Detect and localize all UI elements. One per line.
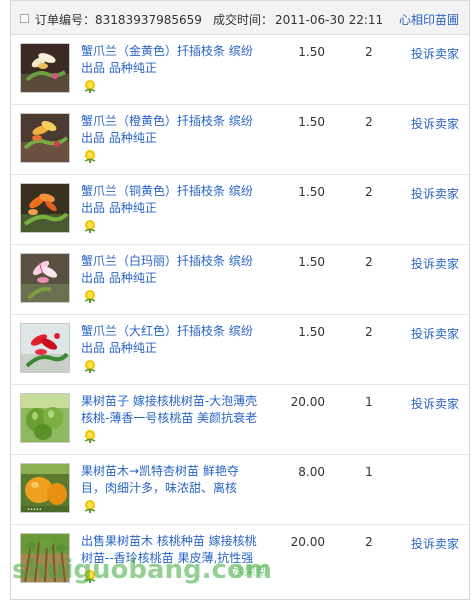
product-thumbnail[interactable] bbox=[20, 183, 70, 233]
product-thumbnail[interactable] bbox=[20, 113, 70, 163]
apricot-fruit-image: ••••• bbox=[21, 464, 69, 512]
product-thumbnail[interactable] bbox=[20, 533, 70, 583]
complain-seller-link[interactable]: 投诉卖家 bbox=[411, 325, 459, 342]
item-price: 1.50 bbox=[298, 45, 325, 59]
item-quantity: 2 bbox=[365, 185, 373, 199]
order-time-value: 2011-06-30 22:11 bbox=[275, 13, 384, 27]
consumer-protection-icon bbox=[84, 500, 96, 513]
order-item-row: 果树苗子 嫁接核桃树苗-大泡薄壳核桃-薄香一号核桃苗 美颜抗衰老 20.00 1… bbox=[11, 385, 469, 455]
walnut-seedlings-image bbox=[21, 534, 69, 582]
item-price: 8.00 bbox=[298, 465, 325, 479]
complain-seller-link[interactable]: 投诉卖家 bbox=[411, 255, 459, 272]
order-card: 订单编号：83183937985659 成交时间： 2011-06-30 22:1… bbox=[10, 0, 470, 600]
cactus-flower-gold-image bbox=[21, 44, 69, 92]
item-quantity: 1 bbox=[365, 395, 373, 409]
order-item-row: 蟹爪兰（大红色）扦插枝条 缤纷出品 品种纯正 1.50 2 投诉卖家 bbox=[11, 315, 469, 385]
product-title-link[interactable]: 蟹爪兰（白玛丽）扦插枝条 缤纷出品 品种纯正 bbox=[81, 253, 261, 287]
complain-seller-link[interactable]: 投诉卖家 bbox=[411, 45, 459, 62]
order-item-row: 蟹爪兰（橙黄色）扦插枝条 缤纷出品 品种纯正 1.50 2 投诉卖家 bbox=[11, 105, 469, 175]
order-item-row: 蟹爪兰（白玛丽）扦插枝条 缤纷出品 品种纯正 1.50 2 投诉卖家 bbox=[11, 245, 469, 315]
order-item-row: ••••• 果树苗木→凯特杏树苗 鲜艳夺目，肉细汁多，味浓甜、离核 8.00 1 bbox=[11, 455, 469, 525]
product-thumbnail[interactable]: ••••• bbox=[20, 463, 70, 513]
consumer-protection-icon bbox=[84, 150, 96, 163]
item-price: 20.00 bbox=[290, 535, 325, 549]
cactus-flower-copper-image bbox=[21, 184, 69, 232]
select-order-checkbox[interactable] bbox=[20, 14, 29, 23]
item-quantity: 2 bbox=[365, 535, 373, 549]
order-item-row: 出售果树苗木 核桃种苗 嫁接核桃树苗--香玲核桃苗 果皮薄,抗性强 20.00 … bbox=[11, 525, 469, 595]
consumer-protection-icon bbox=[84, 80, 96, 93]
product-thumbnail[interactable] bbox=[20, 323, 70, 373]
cactus-flower-orange-yellow-image bbox=[21, 114, 69, 162]
product-title-link[interactable]: 蟹爪兰（金黄色）扦插枝条 缤纷出品 品种纯正 bbox=[81, 43, 261, 77]
cactus-flower-white-image bbox=[21, 254, 69, 302]
item-quantity: 1 bbox=[365, 465, 373, 479]
item-quantity: 2 bbox=[365, 325, 373, 339]
product-thumbnail[interactable] bbox=[20, 43, 70, 93]
item-price: 20.00 bbox=[290, 395, 325, 409]
product-title-link[interactable]: 蟹爪兰（大红色）扦插枝条 缤纷出品 品种纯正 bbox=[81, 323, 261, 357]
complain-seller-link[interactable]: 投诉卖家 bbox=[411, 535, 459, 552]
order-item-row: 蟹爪兰（铜黄色）扦插枝条 缤纷出品 品种纯正 1.50 2 投诉卖家 bbox=[11, 175, 469, 245]
cactus-flower-red-image bbox=[21, 324, 69, 372]
product-title-link[interactable]: 蟹爪兰（铜黄色）扦插枝条 缤纷出品 品种纯正 bbox=[81, 183, 261, 217]
complain-seller-link[interactable]: 投诉卖家 bbox=[411, 115, 459, 132]
item-quantity: 2 bbox=[365, 255, 373, 269]
item-quantity: 2 bbox=[365, 115, 373, 129]
walnut-fruit-image bbox=[21, 394, 69, 442]
consumer-protection-icon bbox=[84, 570, 96, 583]
order-item-row: 蟹爪兰（金黄色）扦插枝条 缤纷出品 品种纯正 1.50 2 投诉卖家 bbox=[11, 35, 469, 105]
item-price: 1.50 bbox=[298, 185, 325, 199]
product-thumbnail[interactable] bbox=[20, 253, 70, 303]
order-time-label: 成交时间： bbox=[213, 13, 274, 27]
consumer-protection-icon bbox=[84, 220, 96, 233]
item-price: 1.50 bbox=[298, 115, 325, 129]
item-price: 1.50 bbox=[298, 325, 325, 339]
order-time: 成交时间： 2011-06-30 22:11 bbox=[211, 11, 383, 28]
complain-seller-link[interactable]: 投诉卖家 bbox=[411, 185, 459, 202]
site-watermark-cn: 水果帮 bbox=[232, 564, 269, 578]
order-header: 订单编号：83183937985659 成交时间： 2011-06-30 22:1… bbox=[11, 1, 469, 35]
item-price: 1.50 bbox=[298, 255, 325, 269]
product-title-link[interactable]: 果树苗子 嫁接核桃树苗-大泡薄壳核桃-薄香一号核桃苗 美颜抗衰老 bbox=[81, 393, 261, 427]
product-thumbnail[interactable] bbox=[20, 393, 70, 443]
consumer-protection-icon bbox=[84, 430, 96, 443]
order-number-value: 83183937985659 bbox=[95, 13, 202, 27]
order-number: 订单编号：83183937985659 bbox=[35, 11, 202, 28]
svg-text:•••••: ••••• bbox=[27, 507, 42, 512]
complain-seller-link[interactable]: 投诉卖家 bbox=[411, 395, 459, 412]
consumer-protection-icon bbox=[84, 360, 96, 373]
consumer-protection-icon bbox=[84, 290, 96, 303]
order-number-label: 订单编号： bbox=[35, 13, 96, 27]
product-title-link[interactable]: 果树苗木→凯特杏树苗 鲜艳夺目，肉细汁多，味浓甜、离核 bbox=[81, 463, 261, 497]
product-title-link[interactable]: 蟹爪兰（橙黄色）扦插枝条 缤纷出品 品种纯正 bbox=[81, 113, 261, 147]
shop-name-link[interactable]: 心相印苗圃 bbox=[399, 11, 459, 28]
item-quantity: 2 bbox=[365, 45, 373, 59]
